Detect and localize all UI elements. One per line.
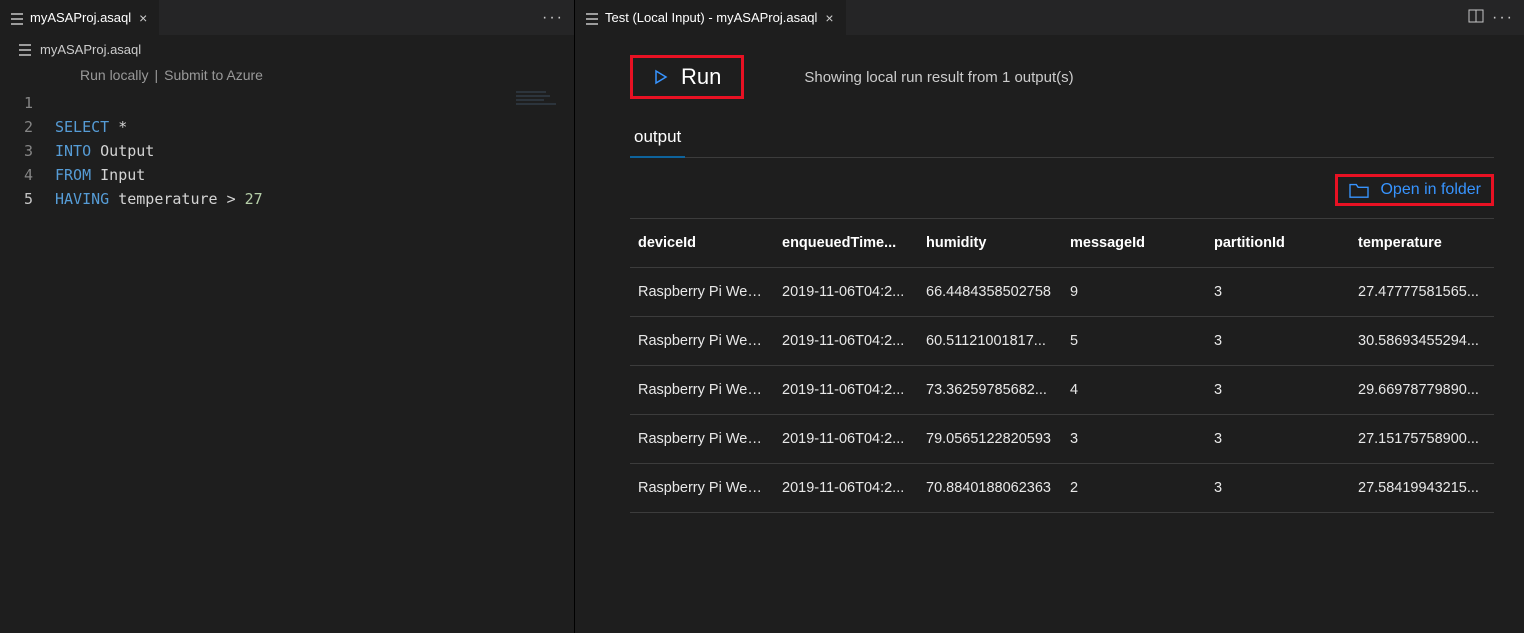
column-header[interactable]: temperature [1350,219,1494,268]
table-cell: 5 [1062,317,1206,366]
table-cell: 79.0565122820593 [918,415,1062,464]
line-number: 3 [0,142,55,160]
table-cell: 27.15175758900... [1350,415,1494,464]
folder-icon [1348,181,1370,199]
table-cell: 4 [1062,366,1206,415]
table-row[interactable]: Raspberry Pi Web ...2019-11-06T04:2...66… [630,268,1494,317]
code-line[interactable]: 2SELECT * [0,115,574,139]
results-pane: Test (Local Input) - myASAProj.asaql × ·… [575,0,1524,633]
table-cell: 73.36259785682... [918,366,1062,415]
split-editor-icon[interactable] [1468,8,1484,27]
code-line[interactable]: 3INTO Output [0,139,574,163]
table-cell: 66.4484358502758 [918,268,1062,317]
table-row[interactable]: Raspberry Pi Web ...2019-11-06T04:2...79… [630,415,1494,464]
editor-code-lens: Run locally | Submit to Azure [0,63,574,87]
table-cell: 3 [1206,366,1350,415]
editor-tab-title: myASAProj.asaql [30,10,131,25]
file-icon [585,10,599,25]
results-tab[interactable]: Test (Local Input) - myASAProj.asaql × [575,0,847,35]
line-number: 4 [0,166,55,184]
editor-tab[interactable]: myASAProj.asaql × [0,0,160,35]
table-cell: 3 [1206,415,1350,464]
table-row[interactable]: Raspberry Pi Web ...2019-11-06T04:2...73… [630,366,1494,415]
editor-tabbar: myASAProj.asaql × ··· [0,0,574,35]
code-line[interactable]: 1 [0,91,574,115]
open-in-folder-label: Open in folder [1380,181,1481,199]
submit-azure-link[interactable]: Submit to Azure [164,67,263,83]
run-button[interactable]: Run [630,55,744,99]
table-cell: 3 [1206,464,1350,513]
table-cell: 9 [1062,268,1206,317]
play-icon [653,69,669,85]
separator: | [154,67,158,83]
close-icon[interactable]: × [137,10,149,26]
editor-pane: myASAProj.asaql × ··· myASAProj.asaql Ru… [0,0,575,633]
code-line[interactable]: 5HAVING temperature > 27 [0,187,574,211]
table-cell: 2019-11-06T04:2... [774,464,918,513]
results-table: deviceIdenqueuedTime...humiditymessageId… [630,218,1494,513]
column-header[interactable]: deviceId [630,219,774,268]
run-button-label: Run [681,64,721,90]
file-icon [18,42,32,57]
code-editor[interactable]: 1 2SELECT *3INTO Output4FROM Input5HAVING… [0,87,574,633]
results-tabbar: Test (Local Input) - myASAProj.asaql × ·… [575,0,1524,35]
file-icon [10,10,24,25]
table-cell: Raspberry Pi Web ... [630,415,774,464]
table-cell: 2019-11-06T04:2... [774,268,918,317]
line-number: 2 [0,118,55,136]
table-cell: 3 [1206,268,1350,317]
table-cell: 70.8840188062363 [918,464,1062,513]
results-tab-title: Test (Local Input) - myASAProj.asaql [605,10,817,25]
line-number: 1 [0,94,55,112]
table-row[interactable]: Raspberry Pi Web ...2019-11-06T04:2...60… [630,317,1494,366]
table-cell: 3 [1206,317,1350,366]
table-cell: 29.66978779890... [1350,366,1494,415]
editor-breadcrumb: myASAProj.asaql [0,35,574,63]
table-cell: 2 [1062,464,1206,513]
table-cell: Raspberry Pi Web ... [630,366,774,415]
minimap[interactable] [516,91,566,111]
table-cell: Raspberry Pi Web ... [630,464,774,513]
table-cell: 2019-11-06T04:2... [774,415,918,464]
column-header[interactable]: humidity [918,219,1062,268]
table-cell: Raspberry Pi Web ... [630,317,774,366]
table-header-row: deviceIdenqueuedTime...humiditymessageId… [630,219,1494,268]
line-number: 5 [0,190,55,208]
code-line[interactable]: 4FROM Input [0,163,574,187]
column-header[interactable]: partitionId [1206,219,1350,268]
table-cell: 27.47777581565... [1350,268,1494,317]
table-cell: 30.58693455294... [1350,317,1494,366]
table-cell: 3 [1062,415,1206,464]
results-body: Run Showing local run result from 1 outp… [575,35,1524,633]
status-text: Showing local run result from 1 output(s… [804,69,1073,86]
open-in-folder-button[interactable]: Open in folder [1335,174,1494,206]
more-icon[interactable]: ··· [1492,9,1514,27]
column-header[interactable]: messageId [1062,219,1206,268]
breadcrumb-title: myASAProj.asaql [40,42,141,57]
run-locally-link[interactable]: Run locally [80,67,148,83]
more-icon[interactable]: ··· [542,9,564,27]
table-cell: 60.51121001817... [918,317,1062,366]
output-tabs: output [630,119,1494,158]
table-cell: 2019-11-06T04:2... [774,366,918,415]
table-cell: Raspberry Pi Web ... [630,268,774,317]
column-header[interactable]: enqueuedTime... [774,219,918,268]
table-cell: 27.58419943215... [1350,464,1494,513]
table-cell: 2019-11-06T04:2... [774,317,918,366]
table-row[interactable]: Raspberry Pi Web ...2019-11-06T04:2...70… [630,464,1494,513]
tab-output[interactable]: output [630,119,685,157]
close-icon[interactable]: × [823,10,835,26]
